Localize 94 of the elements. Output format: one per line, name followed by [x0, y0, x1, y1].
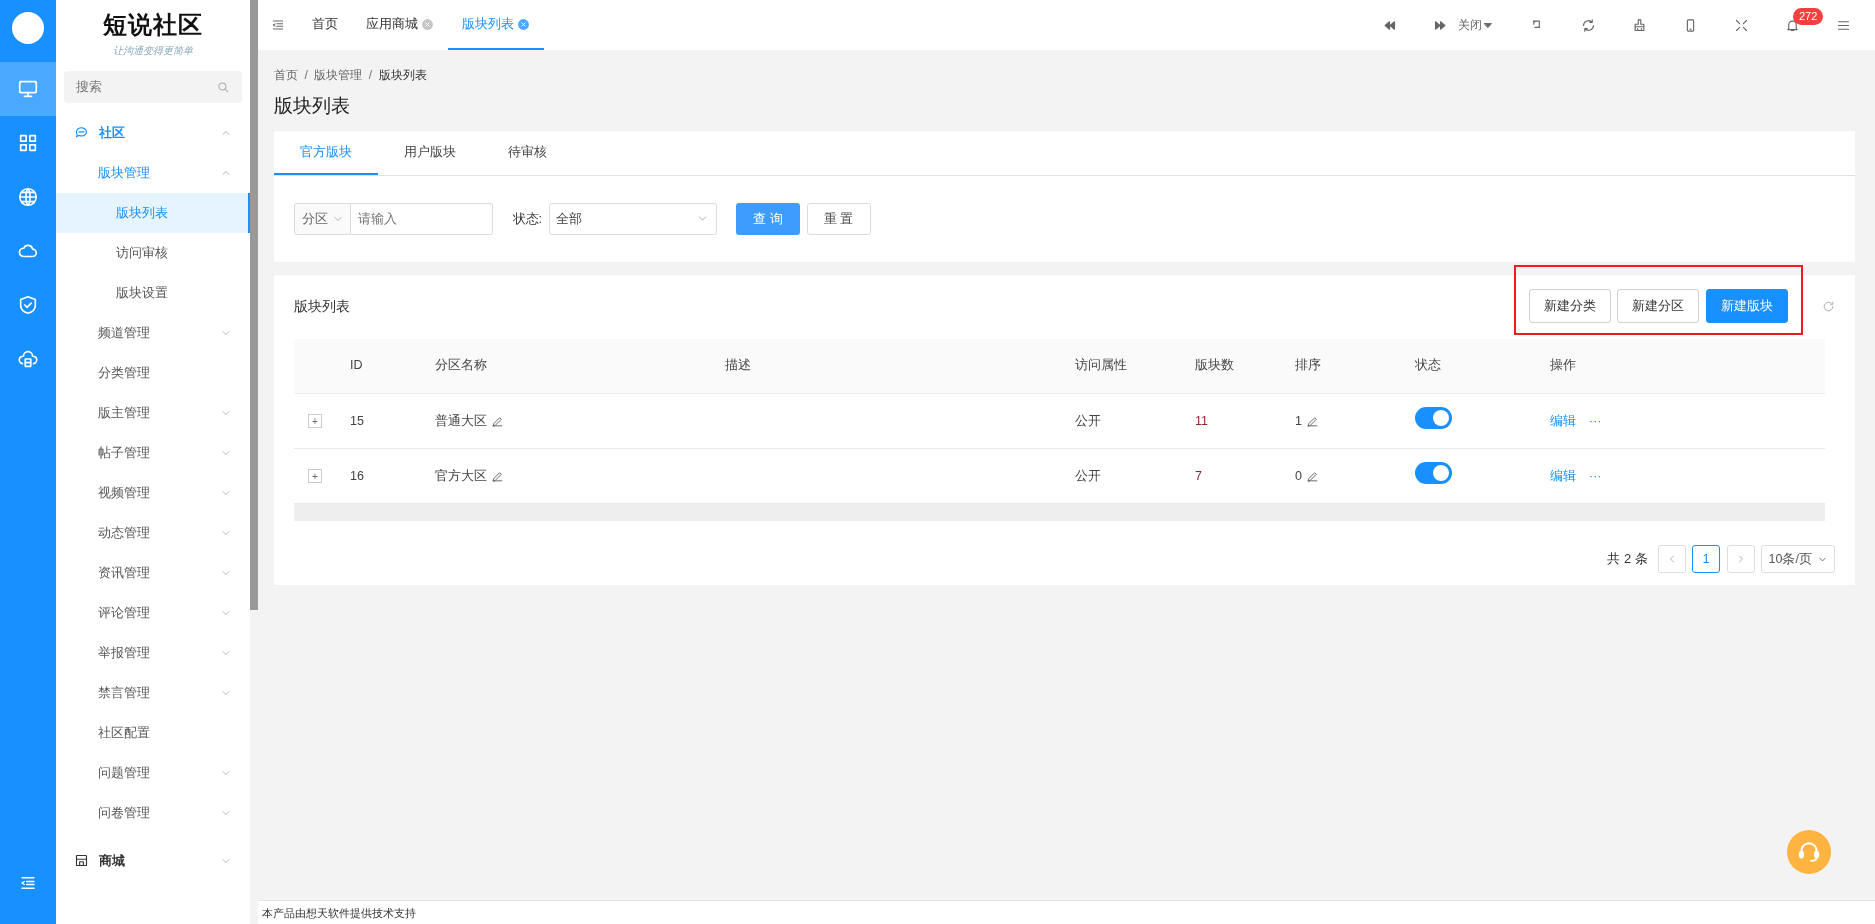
chat-bubble-icon: [74, 125, 89, 140]
page-size-select[interactable]: 10条/页: [1761, 545, 1835, 573]
pencil-icon[interactable]: [491, 414, 504, 428]
menu-item[interactable]: 举报管理: [56, 632, 250, 673]
page-title: 版块列表: [274, 94, 351, 118]
indent-icon: [271, 18, 285, 32]
expand-button[interactable]: +: [308, 469, 322, 484]
menu-item[interactable]: 商城: [56, 840, 250, 881]
page-tab[interactable]: 应用商城: [352, 0, 448, 50]
cloud-drive-icon: [17, 348, 39, 370]
expand-button[interactable]: +: [308, 414, 322, 429]
menu-item[interactable]: 问题管理: [56, 752, 250, 793]
broom-icon: [1632, 17, 1647, 33]
fullscreen-icon: [1734, 17, 1749, 33]
collapse-button[interactable]: [271, 18, 285, 32]
bell-button[interactable]: [1785, 17, 1800, 33]
column-header: 访问属性: [1075, 358, 1127, 373]
table-cell: 公开: [1075, 468, 1101, 483]
menu-item[interactable]: 分类管理: [56, 352, 250, 393]
refresh-button[interactable]: [1581, 17, 1596, 33]
logo-slogan: 让沟通变得更简单: [112, 43, 194, 58]
status-select[interactable]: 全部: [548, 202, 717, 235]
page-tab[interactable]: 首页: [298, 0, 352, 50]
table-cell: 普通大区: [435, 413, 487, 428]
total-count: 共 2 条: [1607, 550, 1648, 569]
menu-item[interactable]: 频道管理: [56, 312, 250, 353]
breadcrumb-link[interactable]: 版块管理: [314, 66, 363, 84]
menu-item[interactable]: 问卷管理: [56, 792, 250, 833]
column-header: 描述: [725, 358, 751, 373]
menu-item[interactable]: 评论管理: [56, 592, 250, 633]
avatar: [12, 12, 44, 44]
menu-item[interactable]: 版块设置: [56, 272, 250, 313]
support-button[interactable]: [1787, 830, 1831, 874]
shield-check-icon: [17, 294, 39, 316]
table-cell: 7: [1195, 468, 1202, 483]
list-title: 版块列表: [294, 297, 351, 316]
menu-item[interactable]: 社区配置: [56, 712, 250, 753]
menu-item[interactable]: 访问审核: [56, 232, 250, 273]
scrollbar-thumb[interactable]: [250, 0, 258, 610]
fullscreen-button[interactable]: [1734, 17, 1749, 33]
status-label: 状态:: [512, 209, 543, 228]
rail-item[interactable]: [0, 62, 56, 116]
reset-button[interactable]: 重 置: [806, 202, 871, 235]
grid-icon: [17, 132, 39, 154]
table-cell: 11: [1195, 413, 1208, 428]
section-tab[interactable]: 待审核: [482, 130, 573, 175]
pencil-icon[interactable]: [1305, 414, 1319, 428]
menu-item[interactable]: 版主管理: [56, 392, 250, 433]
monitor-icon: [17, 78, 39, 100]
close-menu-dropdown[interactable]: 关闭: [1458, 16, 1494, 34]
search-field[interactable]: 搜索: [64, 70, 242, 103]
section-tab[interactable]: 用户版块: [378, 130, 482, 175]
logo-title: 短说社区: [102, 8, 204, 41]
column-header: 操作: [1550, 358, 1576, 373]
menu-item[interactable]: 动态管理: [56, 512, 250, 553]
table-cell: 公开: [1075, 413, 1101, 428]
table-cell: 16: [350, 468, 364, 483]
status-toggle[interactable]: [1415, 462, 1452, 485]
menu-item[interactable]: 帖子管理: [56, 432, 250, 473]
column-header: 版块数: [1195, 358, 1234, 373]
keyword-field[interactable]: 请输入: [351, 202, 493, 235]
breadcrumb-separator: /: [368, 67, 373, 84]
menu-item[interactable]: 视频管理: [56, 472, 250, 513]
headset-icon: [1796, 839, 1822, 865]
table-cell: 官方大区: [435, 468, 487, 483]
menu-item[interactable]: 禁言管理: [56, 672, 250, 713]
globe-icon: [17, 186, 39, 208]
menu-item[interactable]: 资讯管理: [56, 552, 250, 593]
indent-icon: [19, 874, 37, 892]
create-button[interactable]: 新建分类: [1528, 288, 1611, 323]
create-button[interactable]: 新建分区: [1617, 288, 1699, 323]
notification-count: 272: [1793, 7, 1824, 25]
refresh-icon: [1581, 17, 1596, 33]
close-icon: [421, 17, 434, 31]
breadcrumb-link[interactable]: 首页: [274, 66, 298, 84]
search-icon: [216, 79, 230, 94]
table-cell: 15: [350, 413, 364, 428]
column-header: 排序: [1295, 358, 1321, 373]
table-cell: 0: [1295, 468, 1302, 483]
store-icon: [74, 853, 89, 868]
close-icon: [517, 17, 530, 31]
column-header: 分区名称: [435, 358, 487, 373]
footer-text: 本产品由想天软件提供技术支持: [258, 900, 1875, 924]
pencil-icon[interactable]: [491, 469, 504, 483]
breadcrumb-separator: /: [304, 67, 308, 84]
column-header: ID: [350, 358, 363, 373]
bell-icon: [1785, 17, 1800, 33]
zone-select[interactable]: 分区: [294, 202, 351, 235]
broom-button[interactable]: [1632, 17, 1647, 33]
column-header: 状态: [1415, 358, 1441, 373]
table-cell: 1: [1295, 413, 1302, 428]
pencil-icon[interactable]: [1305, 469, 1319, 483]
status-toggle[interactable]: [1415, 407, 1452, 430]
refresh-icon: [1822, 300, 1835, 313]
